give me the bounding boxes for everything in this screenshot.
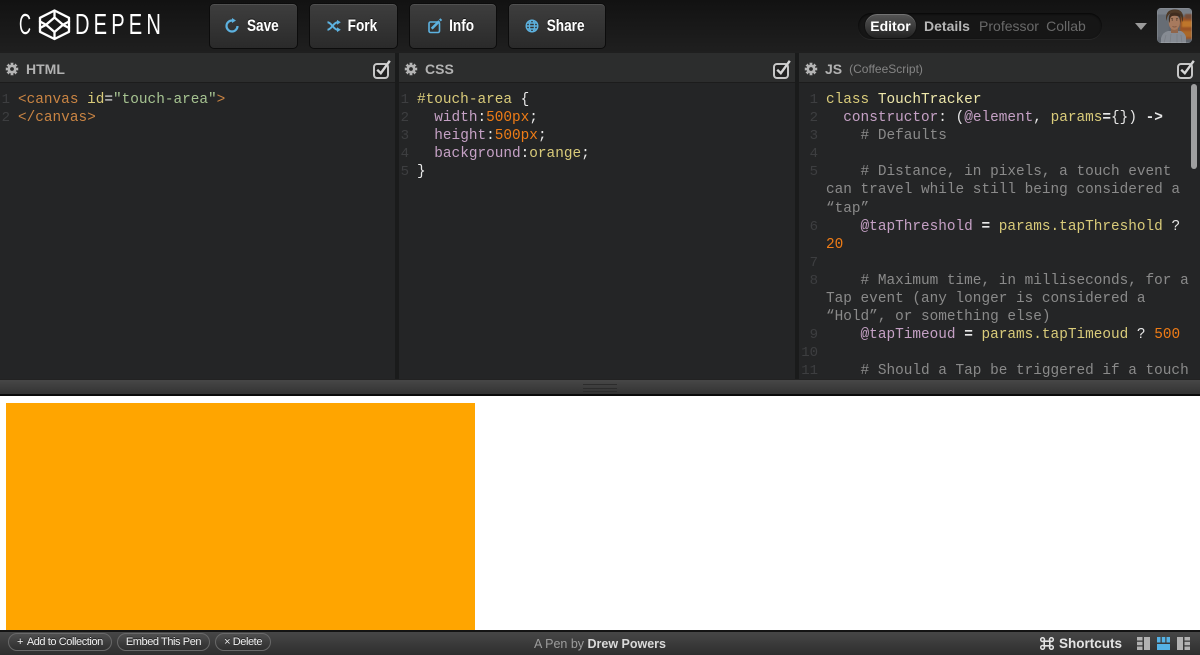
svg-text:DEPEN: DEPEN — [75, 9, 165, 41]
svg-text:C: C — [19, 9, 31, 41]
